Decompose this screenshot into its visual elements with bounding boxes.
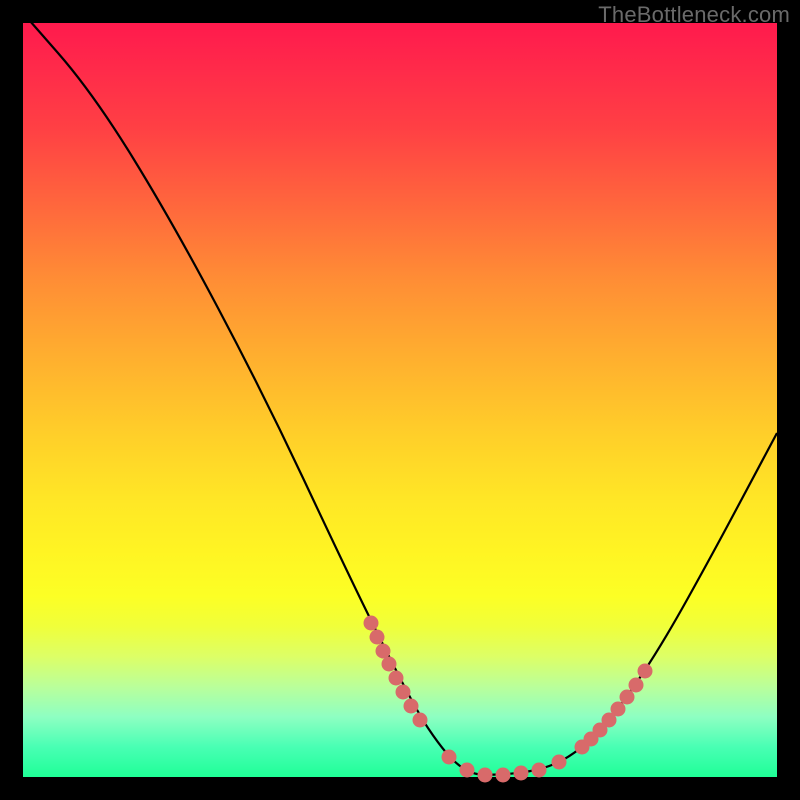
marker-dot: [389, 671, 404, 686]
marker-dot: [370, 630, 385, 645]
marker-dot: [396, 685, 411, 700]
marker-dot: [532, 763, 547, 778]
marker-dot: [460, 763, 475, 778]
marker-dot: [629, 678, 644, 693]
marker-dot: [413, 713, 428, 728]
marker-dot: [514, 766, 529, 781]
marker-dots: [364, 616, 653, 783]
chart-svg: [23, 23, 777, 777]
marker-dot: [611, 702, 626, 717]
marker-dot: [364, 616, 379, 631]
marker-dot: [376, 644, 391, 659]
chart-frame: [23, 23, 777, 777]
marker-dot: [552, 755, 567, 770]
marker-dot: [382, 657, 397, 672]
curve-right: [483, 433, 777, 775]
marker-dot: [478, 768, 493, 783]
curve-left: [23, 13, 483, 775]
watermark-text: TheBottleneck.com: [598, 2, 790, 28]
marker-dot: [404, 699, 419, 714]
marker-dot: [638, 664, 653, 679]
marker-dot: [620, 690, 635, 705]
marker-dot: [442, 750, 457, 765]
marker-dot: [496, 768, 511, 783]
